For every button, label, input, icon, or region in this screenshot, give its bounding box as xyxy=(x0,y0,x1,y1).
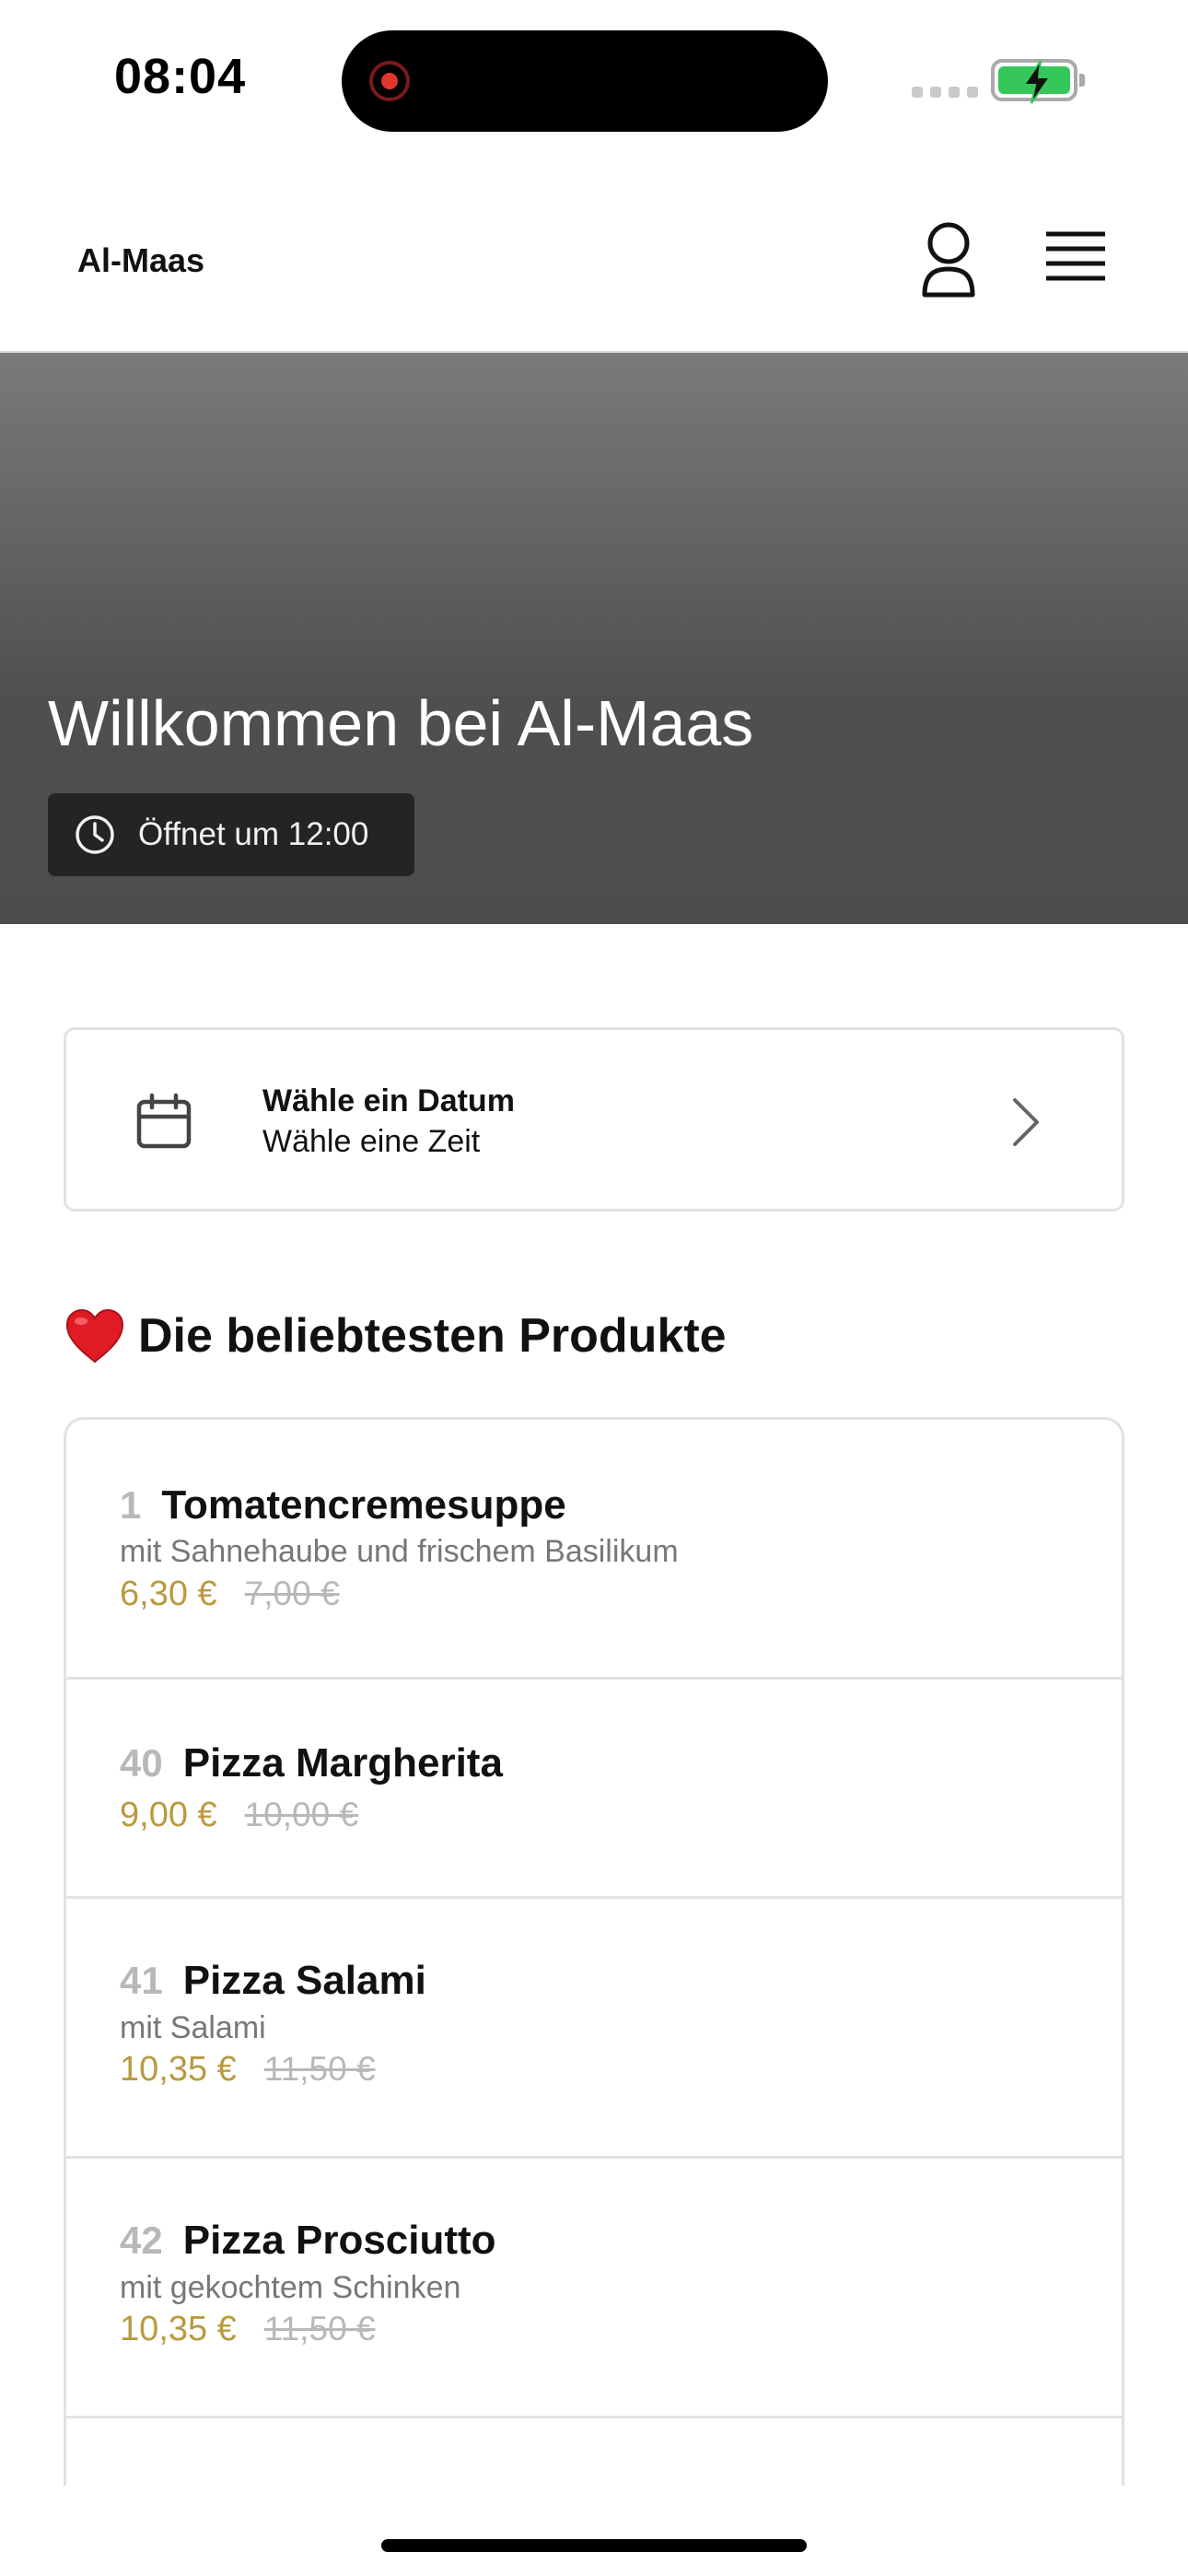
opening-hours-text: Öffnet um 12:00 xyxy=(138,816,369,852)
account-button[interactable] xyxy=(912,217,985,300)
hero-title: Willkommen bei Al-Maas xyxy=(48,687,754,759)
product-description: mit gekochtem Schinken xyxy=(120,2270,461,2305)
product-number: 40 xyxy=(120,1741,163,1785)
date-time-picker[interactable]: Wähle ein Datum Wähle eine Zeit xyxy=(64,1027,1124,1212)
popular-products-heading: Die beliebtesten Produkte xyxy=(64,1308,727,1364)
user-icon xyxy=(922,222,975,298)
product-price: 9,00 € xyxy=(120,1796,217,1834)
product-price: 10,35 € xyxy=(120,2310,237,2348)
product-name: Pizza Prosciutto xyxy=(182,2218,496,2263)
brand-name[interactable]: Al-Maas xyxy=(77,241,204,280)
product-description: mit Salami xyxy=(120,2010,266,2045)
calendar-icon xyxy=(136,1093,192,1149)
product-old-price: 11,50 € xyxy=(263,2050,376,2088)
product-item[interactable]: 41 Pizza Salami mit Salami 10,35 € 11,50… xyxy=(66,1899,1122,2159)
product-item[interactable]: 1 Tomatencremesuppe mit Sahnehaube und f… xyxy=(66,1420,1122,1680)
product-number: 41 xyxy=(120,1959,163,2002)
product-description: mit Sahnehaube und frischem Basilikum xyxy=(120,1534,679,1569)
charging-bolt-icon xyxy=(1022,60,1052,104)
signal-icon xyxy=(912,87,978,98)
product-item[interactable]: 42 Pizza Prosciutto mit gekochtem Schink… xyxy=(66,2159,1122,2418)
product-item[interactable]: 40 Pizza Margherita 9,00 € 10,00 € xyxy=(66,1680,1122,1899)
opening-hours-badge: Öffnet um 12:00 xyxy=(48,793,414,876)
menu-button[interactable] xyxy=(1039,228,1112,289)
heart-icon xyxy=(65,1308,124,1364)
product-name: Pizza Salami xyxy=(182,1958,426,2003)
product-number: 1 xyxy=(120,1483,142,1527)
product-old-price: 7,00 € xyxy=(244,1575,340,1612)
product-name: Pizza Margherita xyxy=(182,1740,503,1786)
status-time: 08:04 xyxy=(114,49,247,104)
time-label: Wähle eine Zeit xyxy=(262,1124,481,1159)
product-name: Tomatencremesuppe xyxy=(161,1482,566,1528)
clock-icon xyxy=(76,815,114,854)
hero-banner: Willkommen bei Al-Maas Öffnet um 12:00 xyxy=(0,353,1188,924)
product-old-price: 10,00 € xyxy=(244,1796,359,1833)
status-bar: 08:04 xyxy=(0,0,1188,157)
date-label: Wähle ein Datum xyxy=(262,1083,515,1118)
product-list: 1 Tomatencremesuppe mit Sahnehaube und f… xyxy=(64,1417,1124,2486)
product-number: 42 xyxy=(120,2219,163,2262)
menu-icon xyxy=(1046,231,1105,281)
app-header: Al-Maas xyxy=(0,157,1188,353)
recording-indicator-icon xyxy=(369,61,410,101)
chevron-right-icon xyxy=(1013,1098,1039,1146)
home-indicator[interactable] xyxy=(381,2539,807,2552)
product-price: 6,30 € xyxy=(120,1575,217,1613)
product-old-price: 11,50 € xyxy=(263,2310,376,2348)
popular-products-title: Die beliebtesten Produkte xyxy=(138,1309,727,1363)
dynamic-island xyxy=(342,30,828,132)
product-price: 10,35 € xyxy=(120,2050,237,2089)
battery-icon xyxy=(991,59,1085,104)
